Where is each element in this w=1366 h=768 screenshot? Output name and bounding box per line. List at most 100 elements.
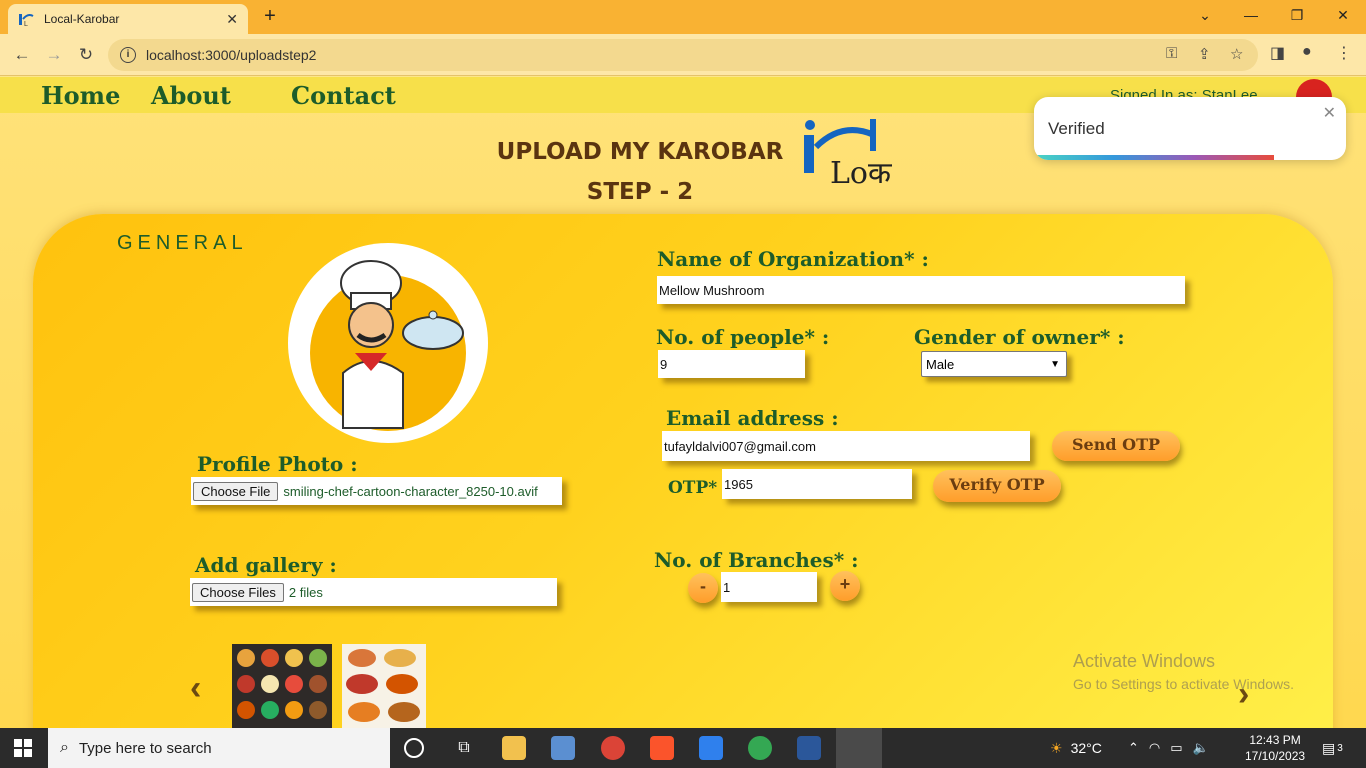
file-explorer-icon[interactable] [502,736,526,760]
notification-count: 3 [1337,742,1343,754]
bookmark-star-icon[interactable]: ☆ [1230,45,1243,63]
email-input[interactable]: tufayldalvi007@gmail.com [662,431,1030,461]
nav-about-link[interactable]: About [151,81,231,110]
verify-otp-button[interactable]: Verify OTP [933,470,1061,502]
tray-chevron-icon[interactable]: ⌃ [1128,740,1139,756]
profile-photo-preview [288,243,488,443]
branches-decrement-button[interactable]: - [688,573,718,603]
gallery-thumbnail [342,644,426,728]
brave-icon[interactable] [650,736,674,760]
new-tab-button[interactable]: + [258,4,282,28]
email-value: tufayldalvi007@gmail.com [664,438,816,454]
tab-search-chevron-icon[interactable]: ⌄ [1182,0,1228,30]
network-icon[interactable]: ◠ [1149,740,1160,756]
gallery-label: Add gallery : [195,553,337,577]
toast-progress-bar [1034,155,1275,160]
browser-tab[interactable]: L Local-Karobar ✕ [8,4,248,34]
people-value: 9 [660,356,668,372]
clock-time: 12:43 PM [1249,733,1301,747]
system-tray: ⌃ ◠ ▭ 🔈 [1128,728,1209,768]
branches-value: 1 [723,579,731,595]
nav-contact-link[interactable]: Contact [291,81,396,110]
restore-button[interactable]: ❐ [1274,0,1320,30]
clock-date: 17/10/2023 [1245,749,1306,763]
gallery-file-count: 2 files [288,584,323,600]
watermark-subtitle: Go to Settings to activate Windows. [1073,676,1294,692]
gender-label: Gender of owner* : [914,325,1125,349]
profile-photo-input[interactable]: Choose File smiling-chef-cartoon-charact… [191,477,562,505]
reload-icon[interactable]: ↻ [74,43,98,67]
toast-close-icon[interactable]: ✕ [1323,103,1336,123]
back-arrow-icon[interactable]: ← [10,43,34,67]
url-text: localhost:3000/uploadstep2 [146,47,317,63]
key-icon[interactable]: ⚿ [1166,45,1177,62]
active-chrome-icon[interactable] [836,728,882,768]
section-title: GENERAL [117,232,248,254]
windows-taskbar: ⌕ Type here to search ⧉ ☀ 32°C ⌃ ◠ ▭ 🔈 1… [0,728,1366,768]
profile-icon[interactable]: ● [1302,43,1312,61]
otp-value: 1965 [724,476,753,492]
profile-file-name: smiling-chef-cartoon-character_8250-10.a… [283,483,538,499]
verified-toast: Verified ✕ [1034,97,1346,160]
close-window-button[interactable]: ✕ [1320,0,1366,30]
org-name-input[interactable]: Mellow Mushroom [657,276,1185,304]
choose-file-button[interactable]: Choose File [193,481,279,501]
food-dishes-image [346,649,420,722]
page-content: Home About Contact Signed In as: StanLee… [0,77,1366,728]
people-label: No. of people* : [656,325,830,349]
branches-increment-button[interactable]: + [830,571,860,601]
svg-text:L: L [24,21,28,27]
vscode-icon[interactable] [699,736,723,760]
forward-arrow-icon[interactable]: → [42,43,66,67]
food-grid-image [237,649,327,719]
site-info-icon[interactable]: i [120,47,136,63]
org-name-label: Name of Organization* : [657,247,929,271]
choose-files-button[interactable]: Choose Files [192,582,284,602]
email-label: Email address : [666,406,839,430]
page-heading: UPLOAD MY KAROBAR STEP - 2 [490,132,790,212]
menu-kebab-icon[interactable]: ⋮ [1336,43,1352,63]
share-icon[interactable]: ⇪ [1198,45,1211,63]
chef-illustration [310,260,466,431]
logo-text: Loका [830,156,892,189]
page-title: UPLOAD MY KAROBAR [496,139,784,165]
battery-icon[interactable]: ▭ [1170,740,1182,756]
windows-start-icon[interactable] [14,739,32,757]
otp-label: OTP* : [668,478,730,498]
gallery-thumbnail [232,644,332,728]
gallery-input[interactable]: Choose Files 2 files [190,578,557,606]
chrome-profile-icon[interactable] [748,736,772,760]
volume-icon[interactable]: 🔈 [1193,740,1209,756]
virtualbox-icon[interactable] [551,736,575,760]
site-favicon-icon: L [18,11,34,27]
local-karobar-logo: Loका [804,119,892,189]
taskbar-search-box[interactable]: ⌕ Type here to search [48,728,390,768]
carousel-prev-icon[interactable]: ‹ [190,669,201,708]
tab-close-icon[interactable]: ✕ [226,11,238,28]
org-name-value: Mellow Mushroom [659,282,765,298]
side-panel-icon[interactable]: ◨ [1270,43,1285,63]
tab-title: Local-Karobar [44,12,120,26]
weather-widget[interactable]: ☀ 32°C [1050,728,1102,768]
watermark-title: Activate Windows [1073,651,1216,671]
branches-input[interactable]: 1 [721,572,817,602]
step-label: STEP - 2 [586,179,694,205]
task-view-icon[interactable]: ⧉ [452,736,476,760]
notification-icon[interactable]: ▤ 3 [1322,728,1343,768]
branches-label: No. of Branches* : [654,548,859,572]
search-icon: ⌕ [60,739,69,756]
address-bar[interactable]: i localhost:3000/uploadstep2 ⚿ ⇪ ☆ [108,39,1258,71]
taskbar-clock[interactable]: 12:43 PM 17/10/2023 [1245,732,1305,764]
gender-select[interactable]: Male ▼ [921,351,1067,377]
word-icon[interactable] [797,736,821,760]
browser-tab-bar: L Local-Karobar ✕ + ⌄ — ❐ ✕ [0,0,1366,34]
minimize-button[interactable]: — [1228,0,1274,30]
profile-photo-label: Profile Photo : [197,452,358,476]
chrome-icon[interactable] [601,736,625,760]
weather-icon: ☀ [1050,739,1063,756]
send-otp-button[interactable]: Send OTP [1052,431,1180,461]
cortana-icon[interactable] [404,738,424,758]
otp-input[interactable]: 1965 [722,469,912,499]
nav-home-link[interactable]: Home [41,81,120,110]
people-input[interactable]: 9 [658,350,805,378]
